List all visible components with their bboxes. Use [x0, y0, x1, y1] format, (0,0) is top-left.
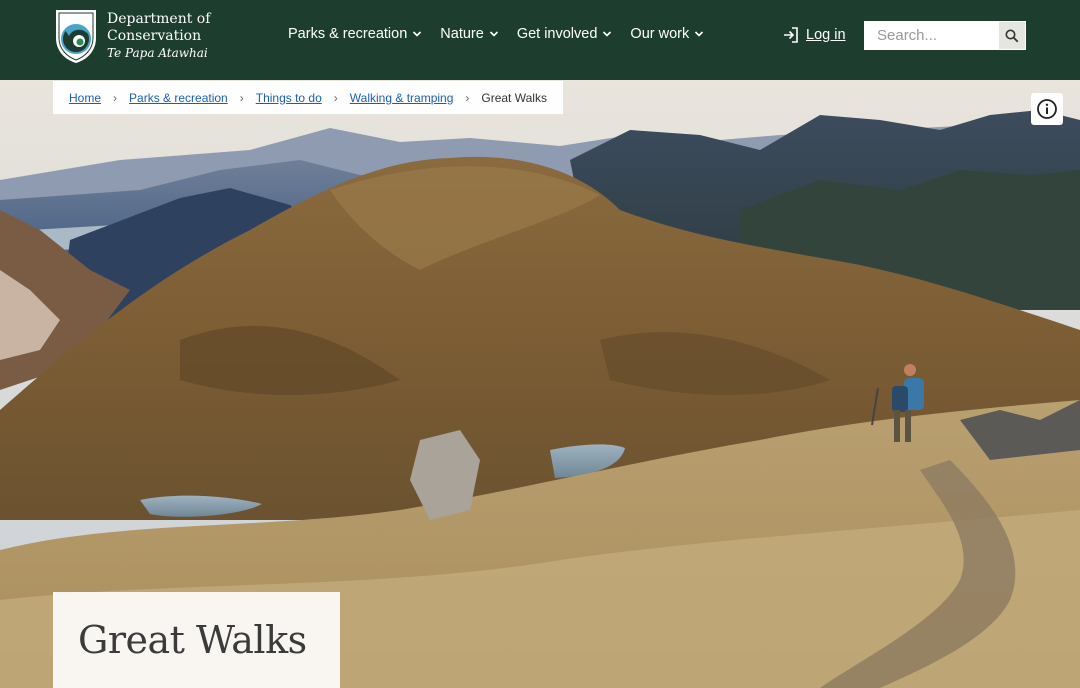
chevron-right-icon: › [333, 90, 338, 105]
page-title: Great Walks [78, 618, 307, 662]
hero-banner: Home › Parks & recreation › Things to do… [0, 80, 1080, 688]
nav-our-work[interactable]: Our work [630, 26, 704, 42]
chevron-right-icon: › [465, 90, 470, 105]
nav-label: Nature [440, 26, 484, 42]
main-nav: Parks & recreation Nature Get involved O… [288, 26, 722, 42]
doc-shield-icon [56, 10, 96, 63]
chevron-down-icon [695, 31, 704, 37]
nav-label: Get involved [516, 26, 598, 42]
chevron-down-icon [603, 31, 612, 37]
info-icon [1037, 99, 1057, 119]
breadcrumb-parks-recreation[interactable]: Parks & recreation [129, 91, 228, 105]
search-icon [1005, 29, 1019, 42]
breadcrumb-things-to-do[interactable]: Things to do [256, 91, 322, 105]
logo-line-2: Conservation [107, 28, 202, 44]
search-button[interactable] [998, 21, 1026, 50]
breadcrumb: Home › Parks & recreation › Things to do… [53, 81, 563, 114]
login-link[interactable]: Log in [782, 26, 846, 44]
doc-logo[interactable]: Department of Conservation Te Papa Atawh… [53, 8, 210, 64]
search-input[interactable] [864, 21, 998, 50]
breadcrumb-walking-tramping[interactable]: Walking & tramping [350, 91, 454, 105]
page-title-box: Great Walks [53, 592, 340, 688]
breadcrumb-home[interactable]: Home [69, 91, 101, 105]
nav-label: Our work [630, 26, 690, 42]
logo-line-1: Department of [107, 11, 211, 27]
nav-nature[interactable]: Nature [440, 26, 499, 42]
login-icon [784, 27, 798, 43]
nav-parks-recreation[interactable]: Parks & recreation [288, 26, 422, 42]
search-box [864, 21, 1026, 50]
login-label: Log in [806, 27, 846, 43]
breadcrumb-current: Great Walks [481, 90, 547, 105]
chevron-right-icon: › [239, 90, 244, 105]
chevron-down-icon [489, 31, 498, 37]
image-info-button[interactable] [1031, 93, 1063, 125]
chevron-right-icon: › [113, 90, 118, 105]
nav-get-involved[interactable]: Get involved [517, 26, 613, 42]
nav-label: Parks & recreation [288, 26, 408, 42]
logo-line-3: Te Papa Atawhai [107, 46, 208, 60]
site-header: Department of Conservation Te Papa Atawh… [0, 0, 1080, 80]
chevron-down-icon [413, 31, 422, 37]
logo-text: Department of Conservation Te Papa Atawh… [107, 11, 210, 62]
